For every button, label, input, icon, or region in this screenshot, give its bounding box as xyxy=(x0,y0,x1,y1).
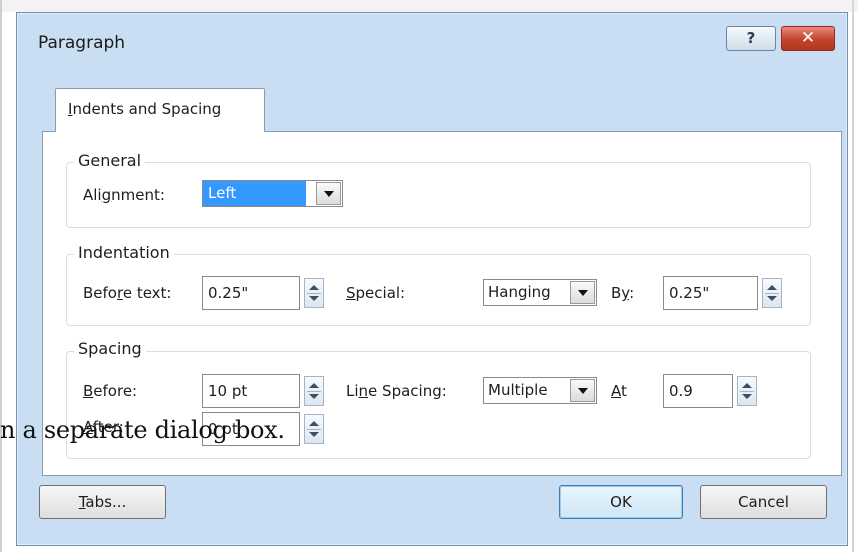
before-text-input[interactable]: 0.25" xyxy=(202,276,300,310)
chevron-down-icon[interactable] xyxy=(570,379,595,402)
background-left-border xyxy=(0,0,2,552)
tabs-button[interactable]: Tabs... xyxy=(39,485,166,519)
paragraph-dialog: Paragraph ? ✕ General Alignment: Left In… xyxy=(16,12,848,546)
special-value: Hanging xyxy=(488,283,551,301)
at-label: At xyxy=(611,382,627,400)
help-button[interactable]: ? xyxy=(726,26,776,51)
spacing-group-title: Spacing xyxy=(74,339,146,358)
before-text-spinner[interactable] xyxy=(304,278,324,308)
background-toolbar-strip xyxy=(0,0,858,12)
by-value: 0.25" xyxy=(669,284,710,302)
before-text-value: 0.25" xyxy=(208,284,249,302)
at-input[interactable]: 0.9 xyxy=(663,374,733,408)
help-icon: ? xyxy=(746,29,756,47)
line-spacing-value: Multiple xyxy=(488,381,548,399)
dialog-title: Paragraph xyxy=(38,33,126,53)
tab-label: Indents and Spacing xyxy=(68,100,222,118)
alignment-label: Alignment: xyxy=(83,186,165,204)
special-label: Special: xyxy=(346,284,406,302)
line-spacing-label: Line Spacing: xyxy=(346,382,447,400)
ok-button[interactable]: OK xyxy=(559,485,683,519)
background-document-caption: n a separate dialog box. xyxy=(0,416,285,444)
alignment-dropdown[interactable]: Left xyxy=(202,180,343,207)
chevron-down-icon[interactable] xyxy=(316,182,341,205)
line-spacing-dropdown[interactable]: Multiple xyxy=(483,377,597,404)
chevron-down-icon[interactable] xyxy=(570,281,595,304)
tab-indents-and-spacing[interactable]: Indents and Spacing xyxy=(55,88,265,132)
close-button[interactable]: ✕ xyxy=(781,26,835,51)
general-group xyxy=(66,162,811,228)
cancel-button[interactable]: Cancel xyxy=(700,485,827,519)
before-value: 10 pt xyxy=(208,382,248,400)
before-input[interactable]: 10 pt xyxy=(202,374,300,408)
at-spinner[interactable] xyxy=(737,376,757,406)
indentation-group-title: Indentation xyxy=(74,243,174,262)
before-spinner[interactable] xyxy=(304,376,324,406)
background-right-border xyxy=(852,0,854,552)
close-icon: ✕ xyxy=(800,28,816,48)
by-spinner[interactable] xyxy=(762,278,782,308)
at-value: 0.9 xyxy=(669,382,693,400)
before-label: Before: xyxy=(83,382,138,400)
by-label: By: xyxy=(611,284,635,302)
special-dropdown[interactable]: Hanging xyxy=(483,279,597,306)
after-spinner[interactable] xyxy=(304,414,324,444)
general-group-title: General xyxy=(74,151,146,170)
by-input[interactable]: 0.25" xyxy=(663,276,758,310)
before-text-label: Before text: xyxy=(83,284,172,302)
alignment-value: Left xyxy=(203,181,306,206)
